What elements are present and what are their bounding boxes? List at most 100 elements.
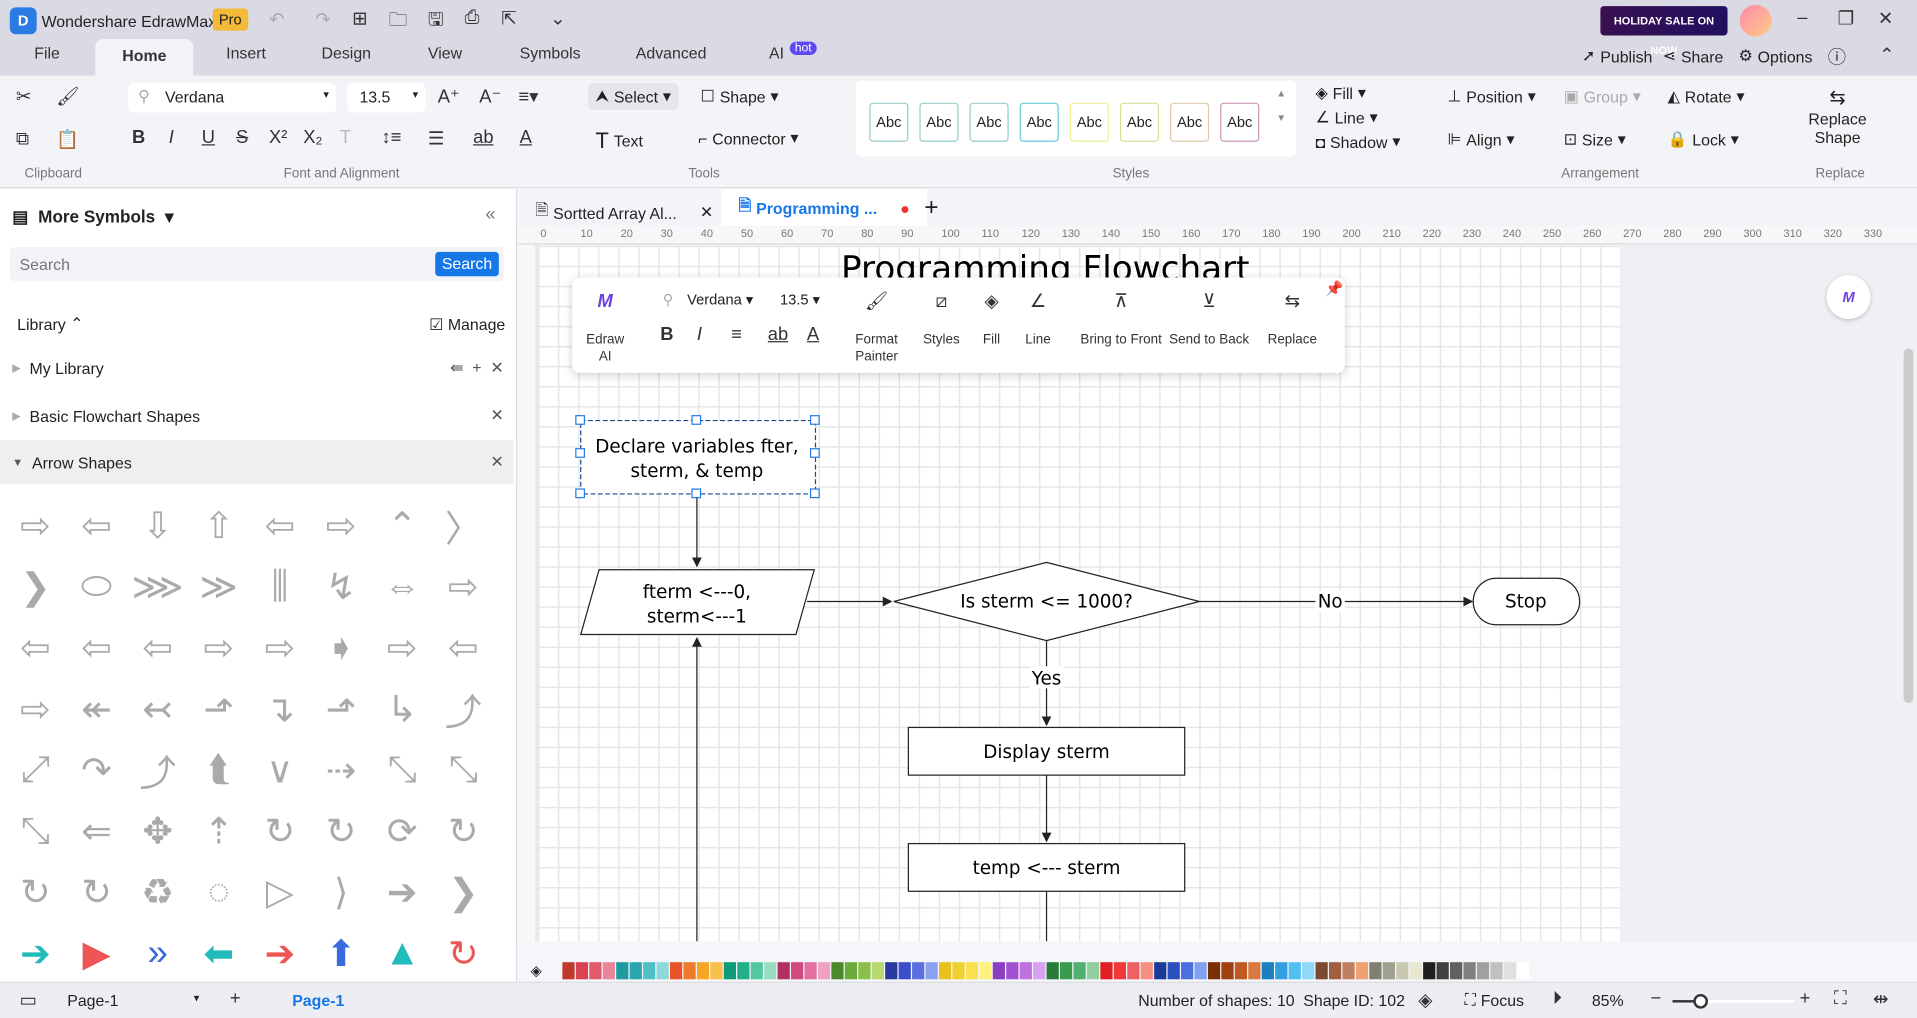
- restore-icon[interactable]: ❐: [1838, 7, 1854, 30]
- fill-button[interactable]: ◈ Fill: [973, 290, 1010, 349]
- color-swatch[interactable]: [1328, 962, 1342, 980]
- color-swatch[interactable]: [589, 962, 602, 980]
- color-swatch[interactable]: [1396, 962, 1409, 980]
- replace-button[interactable]: ⇆ Replace: [1264, 290, 1320, 349]
- size-button[interactable]: ⊡ Size ▾: [1564, 130, 1626, 150]
- color-swatch[interactable]: [858, 962, 871, 980]
- more-icon[interactable]: ⌄: [550, 7, 565, 30]
- tab-design[interactable]: Design: [322, 44, 371, 62]
- replace-shape-button[interactable]: ⇆ Replace Shape: [1807, 86, 1868, 147]
- underline-icon[interactable]: U: [202, 127, 215, 148]
- promo-banner[interactable]: HOLIDAY SALE ON NOW: [1600, 6, 1728, 56]
- color-swatch[interactable]: [912, 962, 925, 980]
- color-swatch[interactable]: [1490, 962, 1503, 980]
- arrow-shape[interactable]: ⇨: [5, 679, 66, 740]
- arrow-shape[interactable]: ⇨: [372, 617, 433, 678]
- select-button[interactable]: ⮝ Select ▾: [588, 83, 679, 111]
- color-swatch[interactable]: [1167, 962, 1180, 980]
- color-swatch[interactable]: [804, 962, 817, 980]
- format-painter-button[interactable]: 🖌 Format Painter: [846, 290, 907, 366]
- color-swatch[interactable]: [562, 962, 575, 980]
- color-swatch[interactable]: [1517, 962, 1530, 980]
- more-symbols-button[interactable]: ▤ More Symbols ▾: [12, 207, 173, 228]
- arrow-shape[interactable]: ➔: [5, 923, 66, 984]
- arrow-shape[interactable]: ✥: [127, 801, 188, 862]
- color-swatch[interactable]: [1436, 962, 1449, 980]
- edraw-ai-button[interactable]: M Edraw AI: [580, 290, 631, 366]
- save-icon[interactable]: 🖫: [428, 7, 444, 38]
- color-swatch[interactable]: [669, 962, 683, 980]
- page-panel-icon[interactable]: ▭: [20, 989, 37, 1011]
- align-icon[interactable]: ≡▾: [518, 86, 538, 108]
- arrow-shape[interactable]: ↻: [433, 923, 494, 984]
- arrow-shape[interactable]: ↞: [66, 679, 127, 740]
- strikethrough-icon[interactable]: S: [236, 127, 248, 148]
- color-swatch[interactable]: [1113, 962, 1127, 980]
- highlight-icon[interactable]: ab: [768, 324, 788, 345]
- arrow-shape[interactable]: ➧: [311, 617, 372, 678]
- zoom-out-icon[interactable]: −: [1651, 988, 1662, 1009]
- scroll-down-icon[interactable]: ▼: [1276, 112, 1286, 123]
- zoom-in-icon[interactable]: +: [1800, 988, 1811, 1009]
- highlight-icon[interactable]: ab: [473, 127, 493, 148]
- color-swatch[interactable]: [1059, 962, 1073, 980]
- arrow-shape[interactable]: ↴: [249, 679, 310, 740]
- color-swatch[interactable]: [1194, 962, 1207, 980]
- line-button[interactable]: ∠ Line: [1020, 290, 1057, 349]
- pin-icon[interactable]: 📌: [1325, 280, 1343, 297]
- color-swatch[interactable]: [817, 962, 831, 980]
- color-swatch[interactable]: [898, 962, 911, 980]
- decrease-font-icon[interactable]: A⁻: [479, 86, 501, 108]
- superscript-icon[interactable]: X²: [269, 127, 287, 148]
- arrow-shape[interactable]: ⬆: [311, 923, 372, 984]
- redo-icon[interactable]: ↷: [315, 9, 330, 31]
- manage-button[interactable]: ☑ Manage: [429, 315, 505, 335]
- arrow-shape[interactable]: ⤴: [433, 679, 494, 740]
- align-icon[interactable]: ≡: [731, 324, 742, 345]
- arrow-shape[interactable]: ▷: [249, 862, 310, 923]
- color-swatch[interactable]: [777, 962, 790, 980]
- color-swatch[interactable]: [1248, 962, 1261, 980]
- tab-symbols[interactable]: Symbols: [520, 44, 581, 62]
- arrow-shape[interactable]: ⬏: [188, 679, 249, 740]
- arrow-shape[interactable]: ↻: [66, 862, 127, 923]
- close-icon[interactable]: ✕: [490, 452, 503, 472]
- new-icon[interactable]: ⊞: [352, 7, 367, 30]
- font-size-select[interactable]: 13.5 ▾: [347, 83, 426, 113]
- color-swatch[interactable]: [844, 962, 858, 980]
- share-button[interactable]: ⋖ Share: [1663, 46, 1724, 66]
- arrow-shape[interactable]: ⬏: [311, 679, 372, 740]
- tab-file[interactable]: File: [34, 44, 60, 62]
- arrow-shape[interactable]: ⇨: [188, 617, 249, 678]
- float-size-select[interactable]: 13.5 ▾: [773, 287, 829, 314]
- color-swatch[interactable]: [629, 962, 642, 980]
- fill-bucket-icon[interactable]: ◈: [531, 962, 542, 979]
- color-swatch[interactable]: [1140, 962, 1153, 980]
- arrow-shape[interactable]: ⇦: [433, 617, 494, 678]
- arrow-shape[interactable]: ❯: [5, 556, 66, 617]
- style-swatch[interactable]: Abc: [919, 102, 959, 142]
- color-swatch[interactable]: [1476, 962, 1490, 980]
- arrow-shape[interactable]: ⇨: [433, 556, 494, 617]
- arrow-shape[interactable]: ↷: [66, 740, 127, 801]
- arrow-shape[interactable]: ▲: [372, 923, 433, 984]
- font-color-icon[interactable]: A: [807, 324, 819, 345]
- arrow-shape[interactable]: ♻: [127, 862, 188, 923]
- bring-to-front-button[interactable]: ⊼ Bring to Front: [1078, 290, 1164, 349]
- arrow-shape[interactable]: ⇔: [372, 556, 433, 617]
- collapse-panel-icon[interactable]: «: [485, 204, 495, 225]
- arrow-shape[interactable]: ⇦: [127, 617, 188, 678]
- arrow-shape[interactable]: ⤢: [5, 740, 66, 801]
- arrow-shape[interactable]: ⟩: [311, 862, 372, 923]
- color-swatch[interactable]: [1046, 962, 1059, 980]
- color-swatch[interactable]: [1275, 962, 1288, 980]
- tab-advanced[interactable]: Advanced: [636, 44, 707, 62]
- arrow-shape[interactable]: ⤡: [372, 740, 433, 801]
- color-swatch[interactable]: [723, 962, 737, 980]
- layers-icon[interactable]: ◈: [1418, 989, 1432, 1011]
- color-swatch[interactable]: [643, 962, 656, 980]
- options-button[interactable]: ⚙ Options: [1739, 46, 1813, 66]
- fill-button[interactable]: ◈ Fill ▾: [1316, 83, 1366, 103]
- style-swatch[interactable]: Abc: [969, 102, 1009, 142]
- style-swatch[interactable]: Abc: [1019, 102, 1059, 142]
